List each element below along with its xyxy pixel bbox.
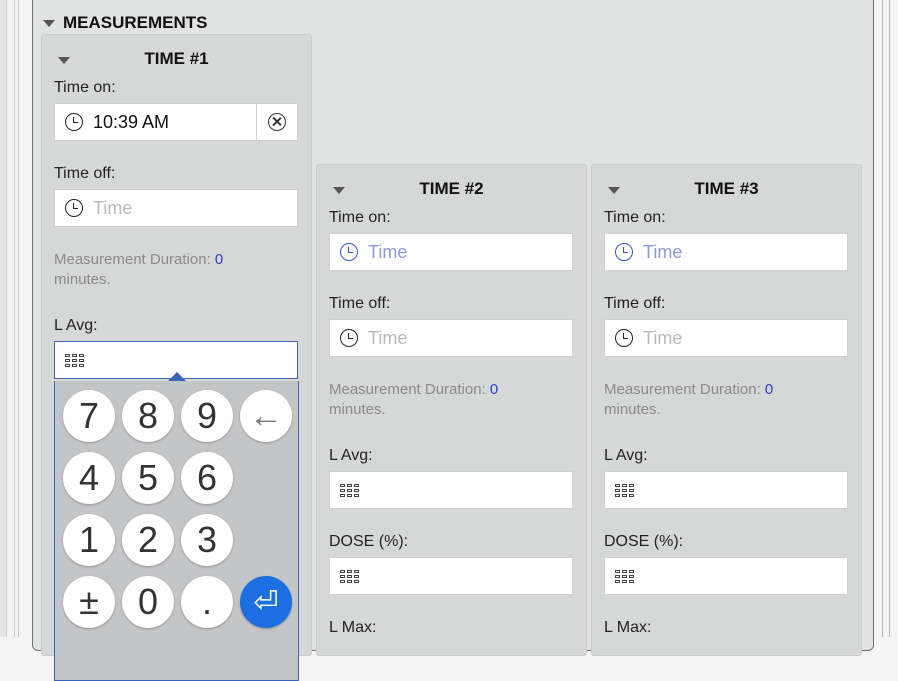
measurement-duration: Measurement Duration: 0 minutes. xyxy=(54,250,294,290)
measurement-duration: Measurement Duration: 0 minutes. xyxy=(604,380,844,420)
lavg-input[interactable] xyxy=(604,471,848,509)
frame-line xyxy=(18,0,19,637)
duration-unit: minutes. xyxy=(54,271,111,288)
key-2[interactable]: 2 xyxy=(122,514,174,566)
time-off-input[interactable]: Time xyxy=(329,319,573,357)
key-decimal[interactable]: . xyxy=(181,576,233,628)
card-title: TIME #3 xyxy=(694,179,759,198)
clock-icon xyxy=(65,113,83,131)
time-off-label: Time off: xyxy=(54,165,116,182)
lavg-label: L Avg: xyxy=(604,447,648,464)
time-on-label: Time on: xyxy=(604,209,666,226)
measurement-duration: Measurement Duration: 0 minutes. xyxy=(329,380,569,420)
duration-value: 0 xyxy=(764,381,774,398)
time-off-input[interactable]: Time xyxy=(604,319,848,357)
frame-line xyxy=(14,0,15,637)
time-on-placeholder: Time xyxy=(368,241,408,262)
key-3[interactable]: 3 xyxy=(181,514,233,566)
enter-key[interactable]: ⏎ xyxy=(240,576,292,628)
left-arrow-icon: ← xyxy=(249,396,283,435)
key-5[interactable]: 5 xyxy=(122,452,174,504)
dose-input[interactable] xyxy=(329,557,573,595)
clock-icon xyxy=(65,199,83,217)
keypad-icon xyxy=(65,351,87,369)
duration-label: Measurement Duration: xyxy=(329,381,486,398)
keypad-icon xyxy=(340,567,362,585)
time-on-value: 10:39 AM xyxy=(93,111,170,132)
time-card-2: TIME #2 Time on: Time Time off: Time Mea… xyxy=(316,164,587,656)
time-off-label: Time off: xyxy=(329,295,391,312)
time-off-placeholder: Time xyxy=(643,327,683,348)
duration-unit: minutes. xyxy=(329,401,386,418)
time-off-placeholder: Time xyxy=(93,197,133,218)
clear-x-icon xyxy=(268,113,286,131)
clear-time-button[interactable] xyxy=(256,104,297,140)
time-on-label: Time on: xyxy=(54,79,116,96)
section-title: MEASUREMENTS xyxy=(63,13,208,32)
duration-value: 0 xyxy=(214,251,224,268)
dose-input[interactable] xyxy=(604,557,848,595)
keypad-icon xyxy=(615,481,637,499)
keypad-icon xyxy=(340,481,362,499)
measurements-panel: MEASUREMENTS TIME #1 Time on: 10:39 AM T… xyxy=(32,0,874,681)
duration-label: Measurement Duration: xyxy=(604,381,761,398)
key-4[interactable]: 4 xyxy=(63,452,115,504)
outer-frame-left xyxy=(0,0,7,637)
lmax-label: L Max: xyxy=(329,619,377,636)
time-on-input[interactable]: 10:39 AM xyxy=(54,103,298,141)
duration-label: Measurement Duration: xyxy=(54,251,211,268)
time-on-placeholder: Time xyxy=(643,241,683,262)
lavg-label: L Avg: xyxy=(329,447,373,464)
enter-icon: ⏎ xyxy=(253,585,279,619)
clock-icon xyxy=(340,243,358,261)
numpad-pointer xyxy=(168,372,186,381)
lavg-input[interactable] xyxy=(329,471,573,509)
card-title: TIME #1 xyxy=(144,49,209,68)
keypad-icon xyxy=(615,567,637,585)
numeric-keypad: 7 8 9 ← 4 5 6 1 2 3 ± 0 . ⏎ xyxy=(54,381,299,681)
time-card-3: TIME #3 Time on: Time Time off: Time Mea… xyxy=(591,164,862,656)
key-plus-minus[interactable]: ± xyxy=(63,576,115,628)
key-6[interactable]: 6 xyxy=(181,452,233,504)
key-8[interactable]: 8 xyxy=(122,390,174,442)
duration-unit: minutes. xyxy=(604,401,661,418)
time-on-input[interactable]: Time xyxy=(329,233,573,271)
time-off-placeholder: Time xyxy=(368,327,408,348)
frame-line xyxy=(889,0,890,637)
duration-value: 0 xyxy=(489,381,499,398)
card-title: TIME #2 xyxy=(419,179,484,198)
dose-label: DOSE (%): xyxy=(329,533,409,550)
collapse-triangle-icon xyxy=(43,19,55,27)
frame-line xyxy=(882,0,883,637)
time-off-label: Time off: xyxy=(604,295,666,312)
measurements-section-toggle[interactable]: MEASUREMENTS xyxy=(43,12,208,34)
clock-icon xyxy=(340,329,358,347)
dose-label: DOSE (%): xyxy=(604,533,684,550)
time-off-input[interactable]: Time xyxy=(54,189,298,227)
key-0[interactable]: 0 xyxy=(122,576,174,628)
clock-icon xyxy=(615,329,633,347)
lmax-label: L Max: xyxy=(604,619,652,636)
key-9[interactable]: 9 xyxy=(181,390,233,442)
key-1[interactable]: 1 xyxy=(63,514,115,566)
time-card-1: TIME #1 Time on: 10:39 AM Time off: Time… xyxy=(41,34,312,681)
time-on-label: Time on: xyxy=(329,209,391,226)
backspace-key[interactable]: ← xyxy=(240,390,292,442)
key-7[interactable]: 7 xyxy=(63,390,115,442)
lavg-label: L Avg: xyxy=(54,317,98,334)
clock-icon xyxy=(615,243,633,261)
time-on-input[interactable]: Time xyxy=(604,233,848,271)
